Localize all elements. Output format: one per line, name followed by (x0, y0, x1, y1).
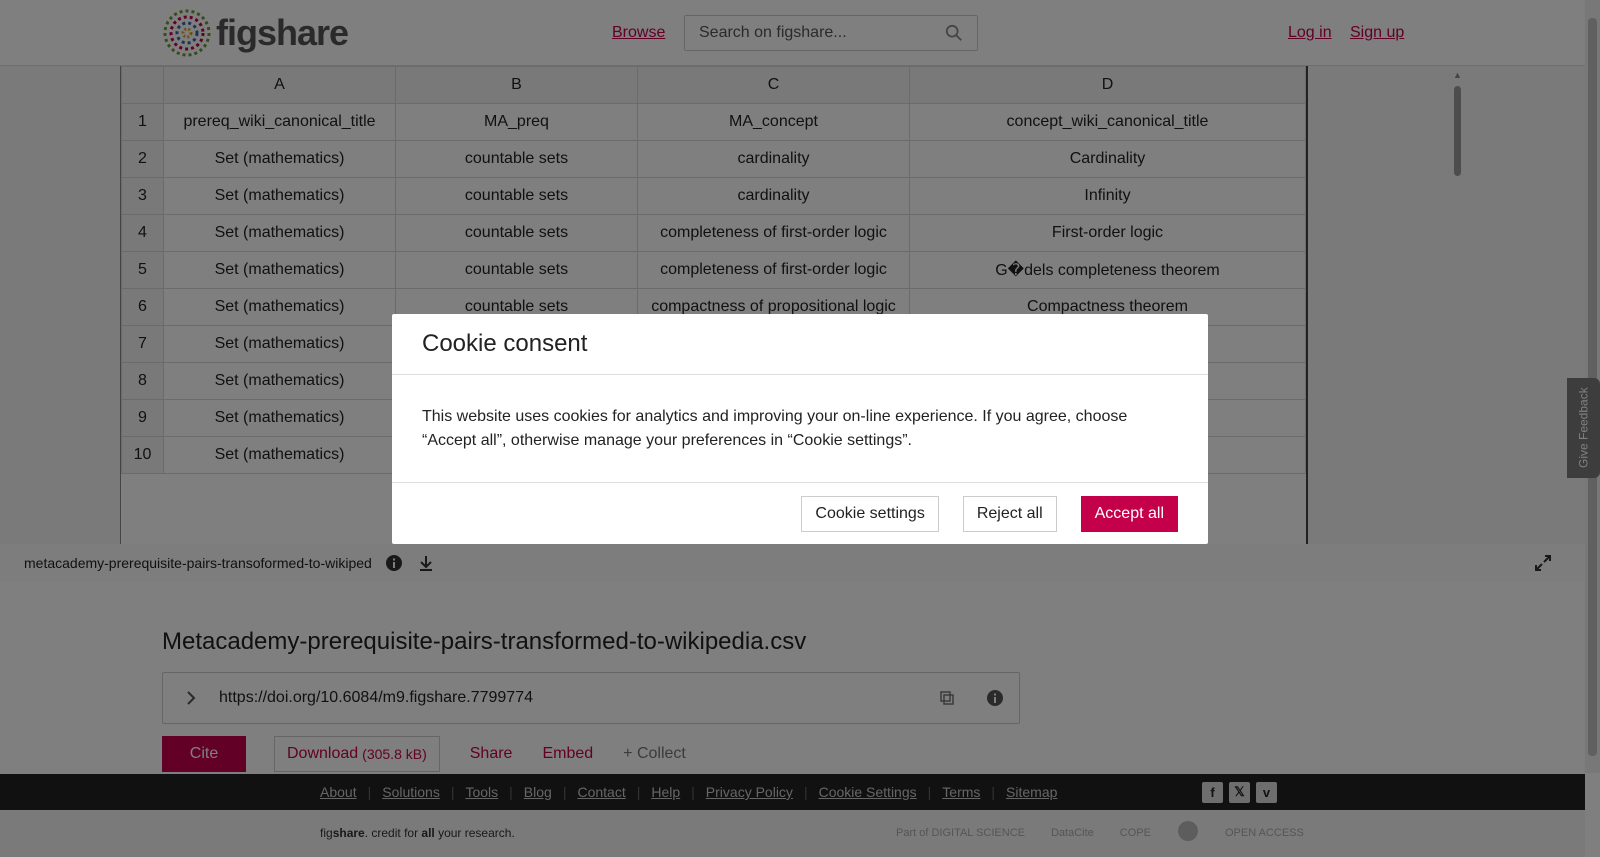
cookie-dialog-actions: Cookie settings Reject all Accept all (392, 483, 1208, 544)
cookie-dialog-body: This website uses cookies for analytics … (392, 375, 1208, 483)
cookie-consent-dialog: Cookie consent This website uses cookies… (392, 314, 1208, 544)
reject-all-button[interactable]: Reject all (962, 495, 1057, 532)
cookie-settings-button[interactable]: Cookie settings (801, 495, 939, 532)
cookie-dialog-title: Cookie consent (392, 314, 1208, 375)
accept-all-button[interactable]: Accept all (1080, 495, 1178, 532)
modal-backdrop: Cookie consent This website uses cookies… (0, 0, 1600, 857)
